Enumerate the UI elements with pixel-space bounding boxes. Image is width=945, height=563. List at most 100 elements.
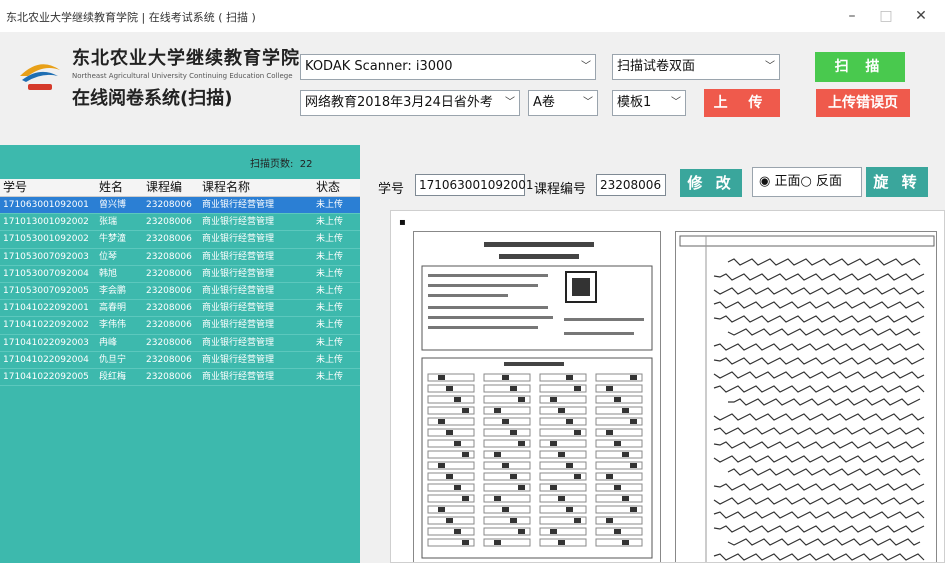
answer-bubble-filled [606,474,613,479]
answer-bubble-filled [446,386,453,391]
answer-bubble-row [483,450,531,459]
answer-bubble-filled [550,397,557,402]
answer-bubble-filled [566,419,573,424]
table-row[interactable]: 171041022092002 李伟伟 23208006 商业银行经营管理 未上传 [0,317,360,335]
scanned-page-viewer[interactable]: ▪ [390,210,945,563]
answer-bubble-filled [630,463,637,468]
column-header-course-code[interactable]: 课程编 [143,179,198,196]
upload-button[interactable]: 上 传 [704,89,780,117]
cell-name: 牛梦潼 [99,234,127,245]
answer-bubble-filled [494,452,501,457]
scan-mode-value: 扫描试卷双面 [617,59,696,74]
cell-student-id: 171053007092003 [3,251,89,262]
answer-bubble-filled [566,375,573,380]
page-count-label: 扫描页数: [250,159,294,170]
table-row[interactable]: 171041022092001 高春明 23208006 商业银行经营管理 未上传 [0,300,360,318]
answer-bubble-filled [454,441,461,446]
scanner-select[interactable]: KODAK Scanner: i3000 ﹀ [300,54,596,80]
template-select[interactable]: 模板1 ﹀ [612,90,686,116]
cell-course-name: 商业银行经营管理 [202,200,275,210]
course-code-field[interactable]: 23208006 [596,174,666,196]
page-count: 扫描页数: 22 [250,155,312,170]
edit-button[interactable]: 修 改 [680,169,742,197]
answer-bubble-row [427,527,475,536]
scan-mode-select[interactable]: 扫描试卷双面 ﹀ [612,54,780,80]
answer-bubble-filled [454,529,461,534]
answer-bubble-filled [518,397,525,402]
back-radio[interactable]: ○ 反面 [801,174,843,189]
table-row[interactable]: 171041022092003 冉峰 23208006 商业银行经营管理 未上传 [0,335,360,352]
cell-name: 冉峰 [99,337,118,348]
cell-course-code: 23208006 [146,371,192,382]
answer-bubble-filled [558,452,565,457]
table-row[interactable]: 171063001092001 曾兴博 23208006 商业银行经营管理 未上传 [0,197,360,215]
table-row[interactable]: 171053007092003 位琴 23208006 商业银行经营管理 未上传 [0,249,360,266]
answer-bubble-row [595,472,643,481]
handwriting-line [713,301,925,309]
answer-bubble-filled [438,375,445,380]
cell-course-name: 商业银行经营管理 [202,354,275,365]
cell-status: 未上传 [316,337,344,348]
answer-bubble-filled [438,463,445,468]
answer-bubble-filled [494,540,501,545]
column-header-student-id[interactable]: 学号 [0,179,95,196]
table-row[interactable]: 171041022092004 仇旦宁 23208006 商业银行经营管理 未上传 [0,352,360,369]
answer-bubble-row [595,406,643,415]
scan-list-panel: 扫描页数: 22 学号 姓名 课程编 课程名称 状态 1710630010920… [0,145,360,563]
answer-bubble-row [483,428,531,437]
answer-bubble-row [483,472,531,481]
maximize-button[interactable]: □ [872,4,900,28]
cell-status: 未上传 [316,320,344,331]
table-row[interactable]: 171053001092002 牛梦潼 23208006 商业银行经营管理 未上传 [0,231,360,249]
table-row[interactable]: 171053007092004 韩旭 23208006 商业银行经营管理 未上传 [0,266,360,283]
paper-select[interactable]: A卷 ﹀ [528,90,598,116]
column-header-course-name[interactable]: 课程名称 [198,179,310,196]
title-bar: 东北农业大学继续教育学院 | 在线考试系统 ( 扫描 ) – □ ✕ [0,0,945,32]
answer-bubble-row [595,516,643,525]
answer-bubble-row [539,483,587,492]
handwriting-line [713,455,925,463]
cell-course-name: 商业银行经营管理 [202,251,275,262]
column-header-status[interactable]: 状态 [310,179,360,196]
upload-error-page-button[interactable]: 上传错误页 [816,89,910,117]
answer-bubble-filled [502,463,509,468]
answer-bubble-filled [550,485,557,490]
answer-bubble-filled [502,419,509,424]
answer-bubble-filled [574,430,581,435]
table-row[interactable]: 171041022092005 段红梅 23208006 商业银行经营管理 未上传 [0,369,360,387]
answer-bubble-filled [462,408,469,413]
answer-bubble-filled [446,474,453,479]
answer-bubble-filled [518,485,525,490]
answer-bubble-filled [446,518,453,523]
exam-select-value: 网络教育2018年3月24日省外考 [305,95,493,110]
answer-bubble-filled [494,408,501,413]
close-button[interactable]: ✕ [907,4,935,28]
answer-bubble-filled [518,441,525,446]
answer-bubble-row [595,450,643,459]
answer-bubble-filled [558,496,565,501]
cell-course-name: 商业银行经营管理 [202,285,275,296]
cell-course-code: 23208006 [146,217,192,228]
student-id-field[interactable]: 171063001092001 [415,174,534,196]
header: 东北农业大学继续教育学院 Northeast Agricultural Univ… [0,32,945,144]
answer-bubble-filled [550,529,557,534]
handwriting-line [713,441,925,449]
exam-select[interactable]: 网络教育2018年3月24日省外考 ﹀ [300,90,520,116]
cell-name: 韩旭 [99,268,118,279]
cell-course-code: 23208006 [146,337,192,348]
answer-bubble-row [539,373,587,382]
table-row[interactable]: 171053007092005 李会鹏 23208006 商业银行经营管理 未上传 [0,283,360,301]
column-header-name[interactable]: 姓名 [95,179,143,196]
cell-name: 李会鹏 [99,285,127,296]
answer-bubble-row [539,461,587,470]
answer-bubble-row [595,428,643,437]
cell-course-code: 23208006 [146,200,192,210]
answer-bubble-filled [510,386,517,391]
scan-button[interactable]: 扫 描 [815,52,905,82]
answer-bubble-filled [510,430,517,435]
minimize-button[interactable]: – [838,4,866,28]
cell-status: 未上传 [316,268,344,279]
front-radio[interactable]: ◉ 正面 [759,174,801,189]
table-row[interactable]: 171013001092002 张瑞 23208006 商业银行经营管理 未上传 [0,214,360,232]
rotate-button[interactable]: 旋 转 [866,167,928,197]
